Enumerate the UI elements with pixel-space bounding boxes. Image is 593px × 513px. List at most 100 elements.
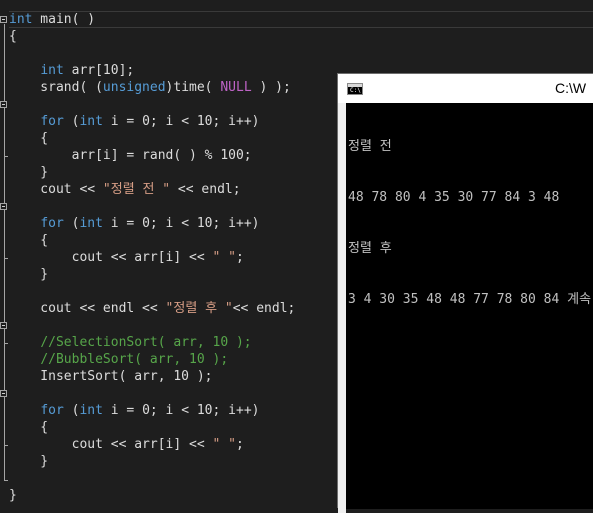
code-token: ;: [235, 250, 244, 265]
code-token: << endl;: [170, 182, 241, 197]
code-token: }: [9, 488, 17, 503]
code-token: "정렬 전 ": [102, 182, 171, 197]
code-line[interactable]: int main( ): [9, 11, 295, 28]
console-output: 정렬 전 48 78 80 4 35 30 77 84 3 48 정렬 후 3 …: [348, 104, 591, 342]
code-token: int: [79, 114, 103, 129]
code-token: arr[i] = rand( ) % 100;: [9, 148, 252, 163]
code-token: "정렬 후 ": [165, 301, 233, 316]
code-line[interactable]: //SelectionSort( arr, 10 );: [9, 334, 295, 351]
collapse-for-loop-2-icon[interactable]: [0, 203, 7, 210]
code-line[interactable]: for (int i = 0; i < 10; i++): [9, 215, 295, 232]
outline-end-tick: [4, 343, 8, 344]
console-title: C:\W: [555, 80, 587, 96]
code-token: i = 0; i < 10; i++): [102, 403, 260, 418]
code-token: )time(: [165, 80, 221, 95]
code-token: }: [9, 454, 49, 469]
code-token: arr[10];: [63, 63, 135, 78]
outline-end-tick: [4, 258, 8, 259]
code-token: srand( (: [9, 80, 103, 95]
code-token: InsertSort( arr, 10 );: [9, 369, 213, 384]
code-token: {: [9, 420, 49, 435]
code-token: //BubbleSort( arr, 10 );: [40, 352, 229, 367]
code-line[interactable]: {: [9, 232, 295, 249]
code-line[interactable]: {: [9, 28, 295, 45]
code-token: ) );: [251, 80, 291, 95]
code-token: << endl;: [232, 301, 296, 316]
code-token: int: [79, 403, 103, 418]
code-token: {: [9, 131, 49, 146]
code-line[interactable]: [9, 317, 295, 334]
code-line[interactable]: for (int i = 0; i < 10; i++): [9, 402, 295, 419]
code-token: {: [9, 233, 49, 248]
code-line[interactable]: }: [9, 453, 295, 470]
code-token: main( ): [32, 12, 96, 27]
code-token: (: [63, 114, 80, 129]
outline-end-tick: [4, 480, 8, 481]
console-frame: [338, 103, 346, 513]
console-window-icon[interactable]: C:\: [347, 83, 363, 95]
code-token: int: [40, 63, 64, 78]
code-token: }: [9, 267, 49, 282]
code-line[interactable]: cout << arr[i] << " ";: [9, 436, 295, 453]
code-line[interactable]: cout << endl << "정렬 후 "<< endl;: [9, 300, 295, 317]
code-token: " ": [212, 250, 236, 265]
console-titlebar[interactable]: C:\ C:\W: [338, 74, 593, 103]
console-window[interactable]: C:\ C:\W 정렬 전 48 78 80 4 35 30 77 84 3 4…: [337, 73, 593, 513]
code-token: }: [9, 165, 49, 180]
collapse-comment-icon[interactable]: [0, 322, 7, 329]
collapse-for-loop-1-icon[interactable]: [0, 101, 7, 108]
code-token: (: [63, 403, 80, 418]
code-line[interactable]: [9, 45, 295, 62]
code-line[interactable]: [9, 198, 295, 215]
code-token: cout << arr[i] <<: [9, 250, 213, 265]
outline-end-tick: [4, 156, 8, 157]
code-line[interactable]: int arr[10];: [9, 62, 295, 79]
code-line[interactable]: }: [9, 266, 295, 283]
console-output-line: 정렬 후: [348, 241, 392, 256]
code-line[interactable]: srand( (unsigned)time( NULL ) );: [9, 79, 295, 96]
code-token: ;: [235, 437, 244, 452]
code-token: " ": [212, 437, 236, 452]
code-line[interactable]: [9, 96, 295, 113]
console-output-area[interactable]: 정렬 전 48 78 80 4 35 30 77 84 3 48 정렬 후 3 …: [346, 103, 593, 509]
code-line[interactable]: }: [9, 487, 295, 504]
code-line[interactable]: {: [9, 419, 295, 436]
code-token: for: [40, 403, 64, 418]
code-token: cout <<: [9, 182, 103, 197]
code-line[interactable]: InsertSort( arr, 10 );: [9, 368, 295, 385]
code-line[interactable]: [9, 385, 295, 402]
code-token: int: [9, 12, 33, 27]
code-token: for: [40, 216, 64, 231]
collapse-main-icon[interactable]: [0, 16, 7, 23]
outline-line: [4, 24, 5, 480]
collapse-for-loop-3-icon[interactable]: [0, 390, 7, 397]
code-token: //SelectionSort( arr, 10 );: [40, 335, 252, 350]
code-token: unsigned: [102, 80, 166, 95]
code-line[interactable]: }: [9, 164, 295, 181]
code-line[interactable]: {: [9, 130, 295, 147]
code-token: i = 0; i < 10; i++): [102, 216, 260, 231]
code-token: cout << arr[i] <<: [9, 437, 213, 452]
source-code[interactable]: int main( ){ int arr[10]; srand( (unsign…: [9, 11, 295, 504]
code-line[interactable]: for (int i = 0; i < 10; i++): [9, 113, 295, 130]
console-output-line: 3 4 30 35 48 48 77 78 80 84 계속: [348, 292, 592, 307]
code-line[interactable]: cout << "정렬 전 " << endl;: [9, 181, 295, 198]
code-line[interactable]: [9, 283, 295, 300]
code-token: NULL: [220, 80, 252, 95]
code-line[interactable]: arr[i] = rand( ) % 100;: [9, 147, 295, 164]
code-line[interactable]: [9, 470, 295, 487]
console-output-line: 48 78 80 4 35 30 77 84 3 48: [348, 190, 560, 205]
code-token: int: [79, 216, 103, 231]
code-token: i = 0; i < 10; i++): [102, 114, 260, 129]
code-line[interactable]: //BubbleSort( arr, 10 );: [9, 351, 295, 368]
outline-gutter: [0, 0, 9, 504]
code-token: {: [9, 29, 17, 44]
code-line[interactable]: cout << arr[i] << " ";: [9, 249, 295, 266]
code-token: for: [40, 114, 64, 129]
